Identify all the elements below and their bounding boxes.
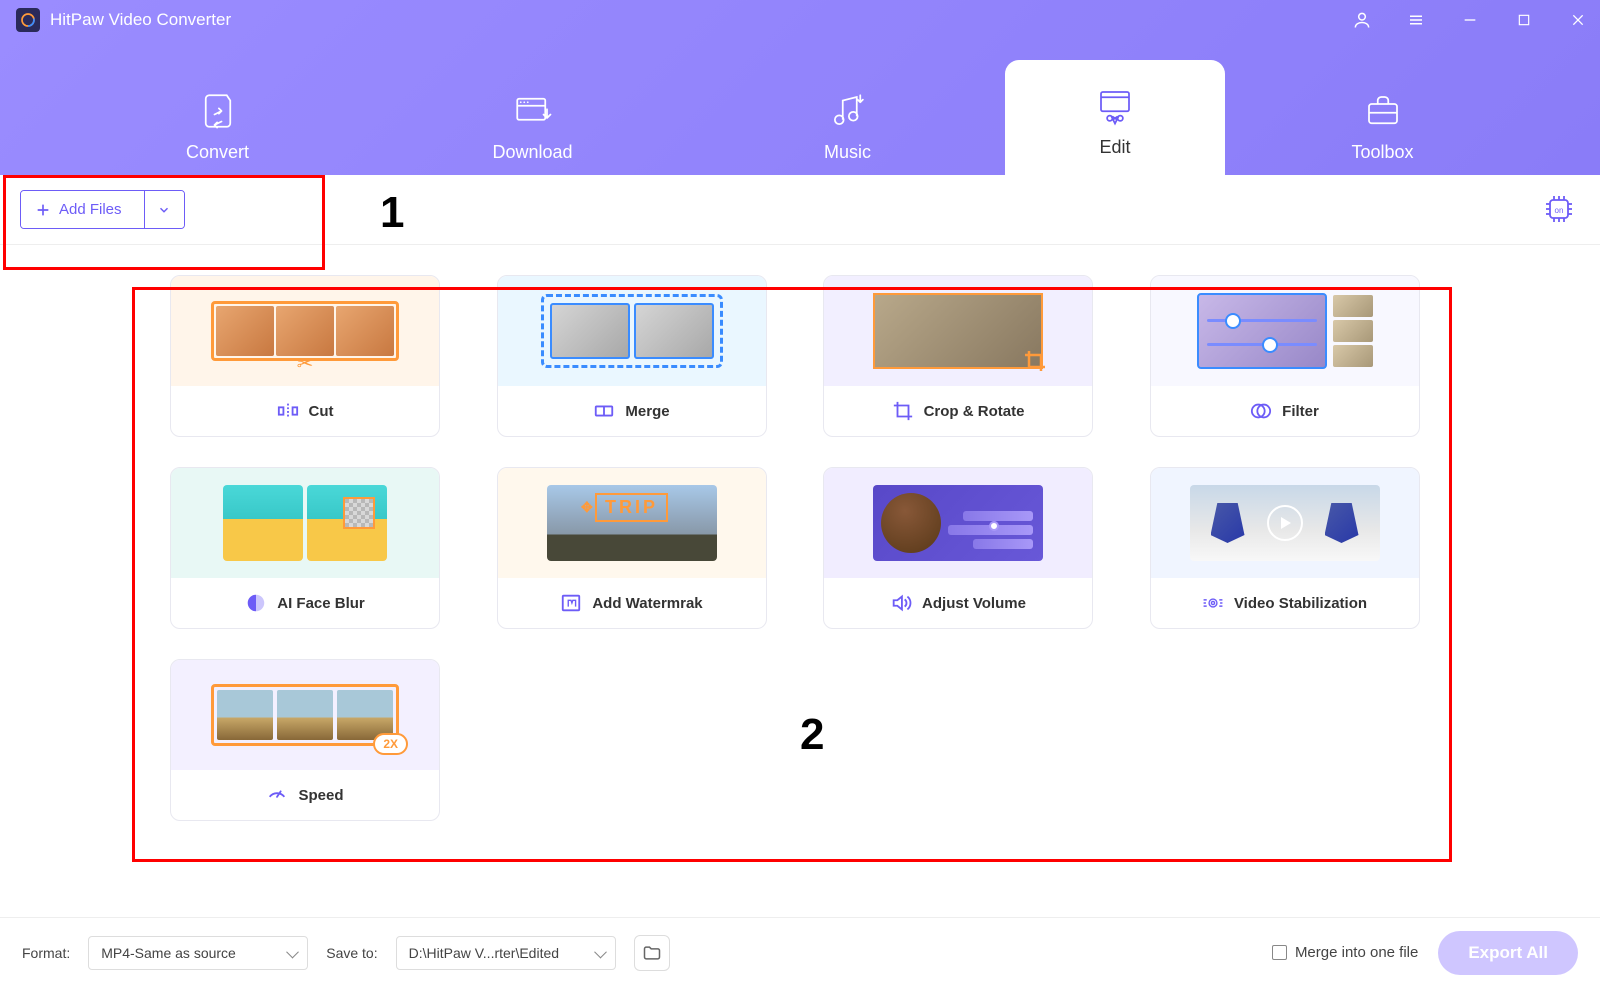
edit-tools-grid: ✂ Cut Merge Crop & Rotate	[0, 245, 1600, 851]
svg-text:on: on	[1555, 206, 1564, 215]
tab-label: Edit	[1099, 137, 1130, 158]
tab-label: Toolbox	[1351, 142, 1413, 163]
tab-toolbox[interactable]: Toolbox	[1225, 70, 1540, 175]
card-watermark[interactable]: ✥TRIP Add Watermrak	[497, 467, 767, 629]
card-illustration: 2X	[171, 660, 439, 770]
minimize-icon[interactable]	[1458, 8, 1482, 32]
titlebar: HitPaw Video Converter	[0, 0, 1600, 40]
gpu-acceleration-icon[interactable]: on	[1543, 193, 1575, 225]
menu-icon[interactable]	[1404, 8, 1428, 32]
chevron-down-icon	[157, 203, 171, 217]
card-label: Merge	[625, 403, 669, 420]
card-speed[interactable]: 2X Speed	[170, 659, 440, 821]
card-crop[interactable]: Crop & Rotate	[823, 275, 1093, 437]
main-tabs: Convert Download Music Edit Toolbox	[0, 40, 1600, 175]
music-icon	[827, 90, 869, 132]
blur-icon	[245, 592, 267, 614]
open-folder-button[interactable]	[634, 935, 670, 971]
format-select[interactable]: MP4-Same as source	[88, 936, 308, 970]
app-header: HitPaw Video Converter Convert Download …	[0, 0, 1600, 175]
add-files-group: Add Files	[20, 190, 185, 229]
card-label: Cut	[309, 403, 334, 420]
convert-icon	[197, 90, 239, 132]
add-files-button[interactable]: Add Files	[21, 191, 144, 228]
saveto-label: Save to:	[326, 945, 377, 961]
cut-icon	[277, 400, 299, 422]
crop-icon	[1023, 349, 1047, 373]
volume-icon	[890, 592, 912, 614]
card-volume[interactable]: Adjust Volume	[823, 467, 1093, 629]
card-illustration	[498, 276, 766, 386]
edit-icon	[1094, 85, 1136, 127]
download-icon	[512, 90, 554, 132]
card-label: Speed	[298, 787, 343, 804]
maximize-icon[interactable]	[1512, 8, 1536, 32]
speed-badge: 2X	[373, 733, 408, 755]
watermark-icon	[560, 592, 582, 614]
toolbar: Add Files on	[0, 175, 1600, 245]
app-logo-icon	[16, 8, 40, 32]
scissors-icon: ✂	[297, 351, 314, 376]
speed-icon	[266, 784, 288, 806]
toolbox-icon	[1362, 90, 1404, 132]
card-label: Video Stabilization	[1234, 595, 1367, 612]
card-label: Crop & Rotate	[924, 403, 1025, 420]
tab-download[interactable]: Download	[375, 70, 690, 175]
card-illustration	[824, 276, 1092, 386]
folder-icon	[642, 943, 662, 963]
close-icon[interactable]	[1566, 8, 1590, 32]
account-icon[interactable]	[1350, 8, 1374, 32]
bottom-bar: Format: MP4-Same as source Save to: D:\H…	[0, 917, 1600, 987]
crop-rotate-icon	[892, 400, 914, 422]
export-all-button[interactable]: Export All	[1438, 931, 1578, 975]
card-illustration: ✥TRIP	[498, 468, 766, 578]
annotation-number-2: 2	[800, 710, 824, 760]
card-label: Filter	[1282, 403, 1319, 420]
card-merge[interactable]: Merge	[497, 275, 767, 437]
card-label: Add Watermrak	[592, 595, 702, 612]
card-illustration	[824, 468, 1092, 578]
annotation-number-1: 1	[380, 188, 404, 238]
filter-icon	[1250, 400, 1272, 422]
card-illustration: ✂	[171, 276, 439, 386]
card-stabilization[interactable]: Video Stabilization	[1150, 467, 1420, 629]
tab-label: Music	[824, 142, 871, 163]
watermark-sample-text: TRIP	[605, 497, 658, 517]
tab-convert[interactable]: Convert	[60, 70, 375, 175]
app-title: HitPaw Video Converter	[50, 10, 231, 30]
tab-label: Convert	[186, 142, 249, 163]
card-filter[interactable]: Filter	[1150, 275, 1420, 437]
tab-label: Download	[492, 142, 572, 163]
play-icon	[1267, 505, 1303, 541]
saveto-select[interactable]: D:\HitPaw V...rter\Edited	[396, 936, 616, 970]
card-label: AI Face Blur	[277, 595, 365, 612]
stabilization-icon	[1202, 592, 1224, 614]
plus-icon	[35, 202, 51, 218]
merge-checkbox[interactable]: Merge into one file	[1272, 944, 1418, 961]
tab-edit[interactable]: Edit	[1005, 60, 1225, 175]
card-illustration	[1151, 276, 1419, 386]
card-cut[interactable]: ✂ Cut	[170, 275, 440, 437]
add-files-dropdown[interactable]	[144, 191, 184, 228]
checkbox-icon	[1272, 945, 1287, 960]
card-label: Adjust Volume	[922, 595, 1026, 612]
add-files-label: Add Files	[59, 201, 122, 218]
merge-icon	[593, 400, 615, 422]
card-illustration	[171, 468, 439, 578]
merge-label: Merge into one file	[1295, 944, 1418, 961]
card-illustration	[1151, 468, 1419, 578]
tab-music[interactable]: Music	[690, 70, 1005, 175]
window-controls	[1350, 8, 1590, 32]
card-face-blur[interactable]: AI Face Blur	[170, 467, 440, 629]
format-label: Format:	[22, 945, 70, 961]
